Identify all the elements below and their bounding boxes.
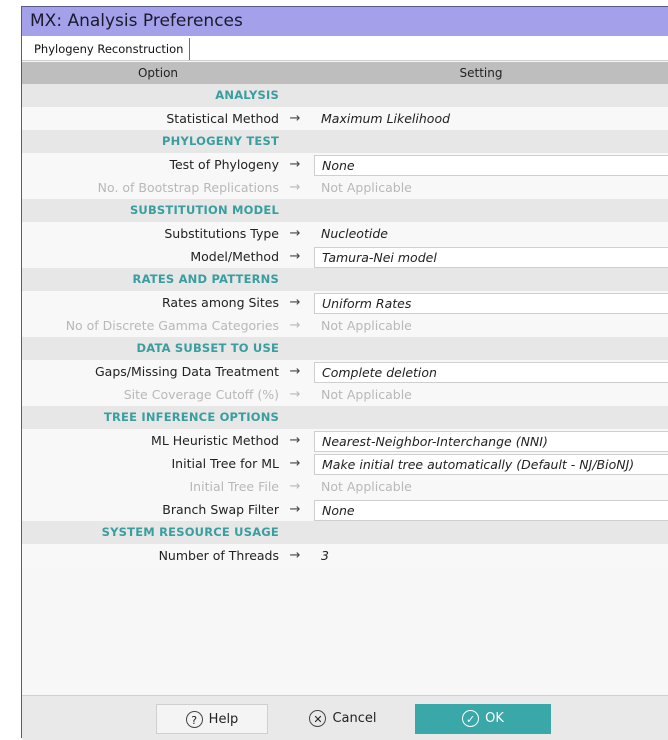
arrow-right-icon: → (289, 456, 301, 471)
column-header-setting: Setting (459, 66, 503, 80)
section-label: SUBSTITUTION MODEL (129, 203, 279, 217)
dialog-footer: ? Help ✕ Cancel ✓ OK (22, 695, 668, 740)
setting-dropdown[interactable]: None (314, 155, 668, 176)
arrow-right-icon: → (289, 502, 301, 517)
setting-value: Nearest-Neighbor-Interchange (NNI) (322, 434, 548, 449)
option-label: Initial Tree File (189, 479, 280, 494)
option-row[interactable]: Initial Tree for ML → Make initial tree au… (22, 452, 668, 475)
option-row: Site Coverage Cutoff (%) → Not Applicable (22, 383, 668, 406)
section-header: DATA SUBSET TO USE (22, 337, 668, 360)
setting-value: Make initial tree automatically (Default… (322, 457, 635, 472)
preferences-table: Option Setting ANALYSIS Statistical Metho… (22, 62, 668, 567)
setting-dropdown[interactable]: Nearest-Neighbor-Interchange (NNI) (314, 431, 668, 452)
section-label: PHYLOGENY TEST (162, 134, 279, 148)
section-header: RATES AND PATTERNS (22, 268, 668, 291)
arrow-right-icon: → (289, 226, 301, 241)
section-label: RATES AND PATTERNS (132, 272, 279, 286)
setting-dropdown[interactable]: Complete deletion (314, 362, 668, 383)
tab-strip: Phylogeny Reconstruction (22, 36, 668, 61)
setting-value: Not Applicable (321, 318, 412, 333)
arrow-right-icon: → (289, 479, 301, 494)
ok-button[interactable]: ✓ OK (415, 704, 551, 734)
arrow-right-icon: → (289, 433, 301, 448)
setting-value: None (322, 158, 355, 173)
option-label: No. of Bootstrap Replications (97, 180, 279, 195)
setting-value: Not Applicable (321, 180, 412, 195)
arrow-right-icon: → (289, 387, 301, 402)
arrow-right-icon: → (289, 111, 301, 126)
option-row: Initial Tree File → Not Applicable (22, 475, 668, 498)
setting-value: Complete deletion (322, 365, 437, 380)
option-row[interactable]: Rates among Sites → Uniform Rates (22, 291, 668, 314)
setting-value: None (322, 503, 355, 518)
section-header: TREE INFERENCE OPTIONS (22, 406, 668, 429)
cancel-button[interactable]: ✕ Cancel (286, 704, 400, 734)
option-label: Branch Swap Filter (162, 502, 279, 517)
setting-value: Not Applicable (321, 479, 412, 494)
option-label: Model/Method (190, 249, 279, 264)
section-label: DATA SUBSET TO USE (136, 341, 279, 355)
setting-dropdown[interactable]: Make initial tree automatically (Default… (314, 454, 668, 475)
option-label: Substitutions Type (164, 226, 279, 241)
option-row: No of Discrete Gamma Categories → Not Appl… (22, 314, 668, 337)
option-row[interactable]: Gaps/Missing Data Treatment → Complete del… (22, 360, 668, 383)
option-row[interactable]: Test of Phylogeny → None (22, 153, 668, 176)
section-label: ANALYSIS (215, 88, 279, 102)
setting-value: Tamura-Nei model (322, 250, 437, 265)
setting-value: Uniform Rates (322, 296, 412, 311)
section-label: TREE INFERENCE OPTIONS (103, 410, 279, 424)
arrow-right-icon: → (289, 364, 301, 379)
section-header: SYSTEM RESOURCE USAGE (22, 521, 668, 544)
close-icon: ✕ (309, 710, 327, 727)
setting-dropdown[interactable]: Uniform Rates (314, 293, 668, 314)
arrow-right-icon: → (289, 295, 301, 310)
question-icon: ? (185, 711, 203, 728)
option-row[interactable]: Number of Threads → 3 (22, 544, 668, 567)
option-label: ML Heuristic Method (151, 433, 279, 448)
help-button-label: Help (208, 712, 239, 727)
section-header: ANALYSIS (22, 84, 668, 107)
section-header: SUBSTITUTION MODEL (22, 199, 668, 222)
option-row[interactable]: Branch Swap Filter → None (22, 498, 668, 521)
table-header: Option Setting (22, 62, 668, 84)
option-label: Rates among Sites (162, 295, 279, 310)
cancel-button-label: Cancel (332, 711, 377, 726)
section-label: SYSTEM RESOURCE USAGE (101, 525, 279, 539)
setting-value: Not Applicable (321, 387, 412, 402)
table-body: ANALYSIS Statistical Method → Maximum Likel… (22, 84, 668, 567)
setting-dropdown[interactable]: Tamura-Nei model (314, 247, 668, 268)
option-row[interactable]: Statistical Method → Maximum Likelihood (22, 107, 668, 130)
ok-button-label: OK (485, 711, 504, 726)
check-icon: ✓ (462, 710, 480, 727)
option-label: No of Discrete Gamma Categories (65, 318, 279, 333)
window-title: MX: Analysis Preferences (22, 7, 668, 36)
arrow-right-icon: → (289, 180, 301, 195)
help-button[interactable]: ? Help (156, 704, 268, 734)
option-label: Gaps/Missing Data Treatment (94, 364, 279, 379)
option-row[interactable]: Model/Method → Tamura-Nei model (22, 245, 668, 268)
option-row[interactable]: ML Heuristic Method → Nearest-Neighbor-Int… (22, 429, 668, 452)
option-label: Site Coverage Cutoff (%) (123, 387, 279, 402)
analysis-preferences-window: MX: Analysis Preferences Phylogeny Recon… (21, 6, 668, 740)
section-header: PHYLOGENY TEST (22, 130, 668, 153)
setting-value: 3 (321, 548, 329, 563)
option-row[interactable]: Substitutions Type → Nucleotide (22, 222, 668, 245)
arrow-right-icon: → (289, 548, 301, 563)
setting-value: Maximum Likelihood (321, 111, 451, 126)
option-label: Number of Threads (158, 548, 279, 563)
option-label: Initial Tree for ML (171, 456, 280, 471)
setting-value: Nucleotide (321, 226, 388, 241)
tab-phylogeny-reconstruction[interactable]: Phylogeny Reconstruction (28, 38, 191, 60)
arrow-right-icon: → (289, 318, 301, 333)
setting-dropdown[interactable]: None (314, 500, 668, 521)
arrow-right-icon: → (289, 157, 301, 172)
column-header-option: Option (137, 66, 179, 80)
option-row: No. of Bootstrap Replications → Not Applic… (22, 176, 668, 199)
option-label: Statistical Method (166, 111, 279, 126)
option-label: Test of Phylogeny (169, 157, 279, 172)
arrow-right-icon: → (289, 249, 301, 264)
